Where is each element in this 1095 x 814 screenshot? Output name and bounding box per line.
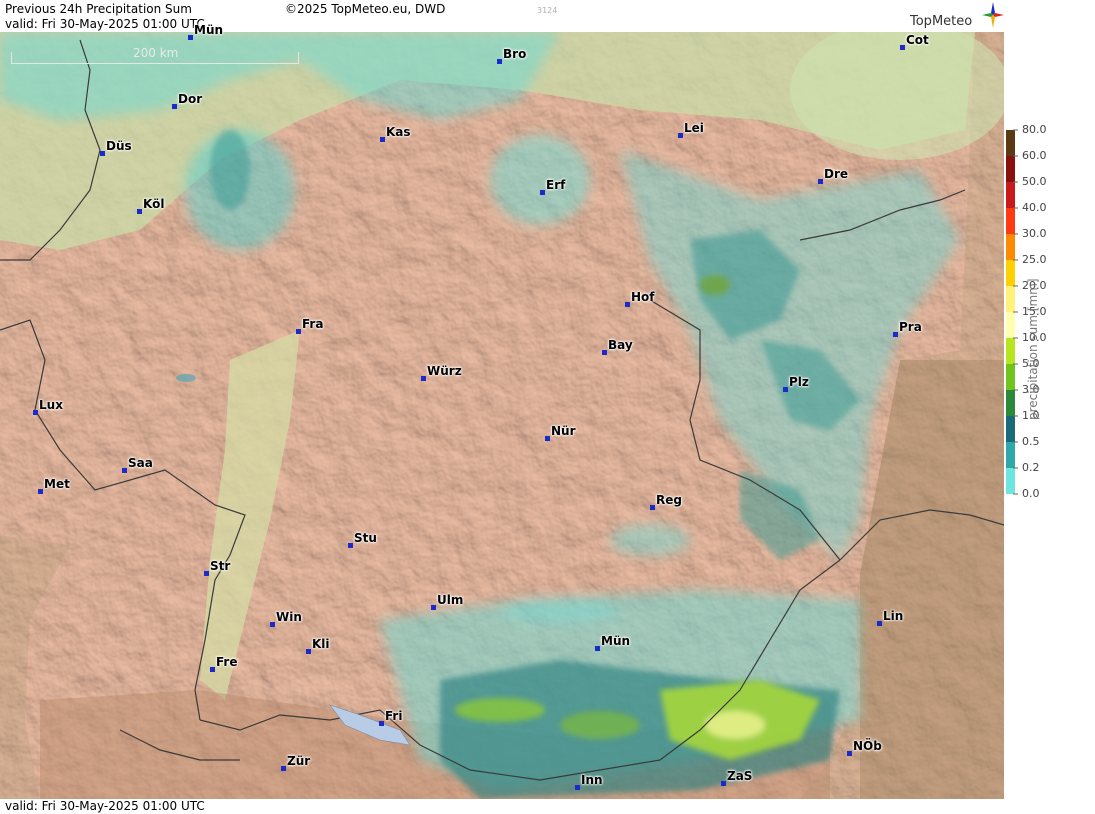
legend-swatch: [1006, 468, 1015, 494]
map-canvas: [0, 20, 1004, 799]
city-dot-icon: [210, 667, 215, 672]
city-dot-icon: [540, 190, 545, 195]
legend-value-label: 30.0: [1022, 227, 1047, 240]
compass-logo-icon: [982, 2, 1004, 28]
legend-swatch: [1006, 156, 1015, 182]
city-dot-icon: [783, 387, 788, 392]
city-dot-icon: [306, 649, 311, 654]
legend-title: precipitation sum [mm]: [1026, 278, 1040, 420]
topmeteo-logo-text: TopMeteo: [910, 14, 973, 29]
legend-swatch: [1006, 364, 1015, 390]
legend-swatch: [1006, 234, 1015, 260]
legend-value-label: 0.0: [1022, 487, 1040, 500]
map-title: Previous 24h Precipitation Sum: [5, 2, 192, 16]
legend-value-label: 25.0: [1022, 253, 1047, 266]
city-dot-icon: [296, 329, 301, 334]
city-dot-icon: [595, 646, 600, 651]
copyright: ©2025 TopMeteo.eu, DWD: [285, 2, 446, 16]
city-dot-icon: [877, 621, 882, 626]
city-dot-icon: [172, 104, 177, 109]
valid-time: valid: Fri 30-May-2025 01:00 UTC: [5, 17, 205, 31]
legend-value-label: 60.0: [1022, 149, 1047, 162]
city-dot-icon: [650, 505, 655, 510]
precipitation-map[interactable]: Previous 24h Precipitation Sum ©2025 Top…: [0, 0, 1004, 814]
city-dot-icon: [847, 751, 852, 756]
city-dot-icon: [900, 45, 905, 50]
city-dot-icon: [575, 785, 580, 790]
city-dot-icon: [602, 350, 607, 355]
legend-value-label: 80.0: [1022, 123, 1047, 136]
scale-label: 200 km: [133, 46, 179, 60]
city-dot-icon: [421, 376, 426, 381]
legend-swatch: [1006, 416, 1015, 442]
legend-swatch: [1006, 390, 1015, 416]
city-dot-icon: [625, 302, 630, 307]
city-dot-icon: [545, 436, 550, 441]
legend-swatch: [1006, 208, 1015, 234]
legend-swatch: [1006, 130, 1015, 156]
legend-colorbar: [1006, 129, 1018, 495]
city-dot-icon: [818, 179, 823, 184]
city-dot-icon: [379, 721, 384, 726]
legend-swatch: [1006, 312, 1015, 338]
legend-swatch: [1006, 286, 1015, 312]
city-dot-icon: [204, 571, 209, 576]
city-dot-icon: [721, 781, 726, 786]
city-dot-icon: [431, 605, 436, 610]
legend-value-label: 50.0: [1022, 175, 1047, 188]
legend-value-label: 0.2: [1022, 461, 1040, 474]
city-dot-icon: [137, 209, 142, 214]
legend-swatch: [1006, 182, 1015, 208]
city-dot-icon: [497, 59, 502, 64]
legend-swatch: [1006, 338, 1015, 364]
city-dot-icon: [893, 332, 898, 337]
city-dot-icon: [33, 410, 38, 415]
run-code: 3124: [537, 6, 558, 15]
city-dot-icon: [678, 133, 683, 138]
city-dot-icon: [281, 766, 286, 771]
city-dot-icon: [380, 137, 385, 142]
legend-value-label: 0.5: [1022, 435, 1040, 448]
city-dot-icon: [122, 468, 127, 473]
footer-valid-time: valid: Fri 30-May-2025 01:00 UTC: [5, 799, 205, 813]
legend-swatch: [1006, 260, 1015, 286]
legend-swatch: [1006, 442, 1015, 468]
city-dot-icon: [188, 35, 193, 40]
legend-panel: [1004, 0, 1095, 814]
legend-value-label: 40.0: [1022, 201, 1047, 214]
city-dot-icon: [38, 489, 43, 494]
city-dot-icon: [270, 622, 275, 627]
city-dot-icon: [348, 543, 353, 548]
city-dot-icon: [100, 151, 105, 156]
